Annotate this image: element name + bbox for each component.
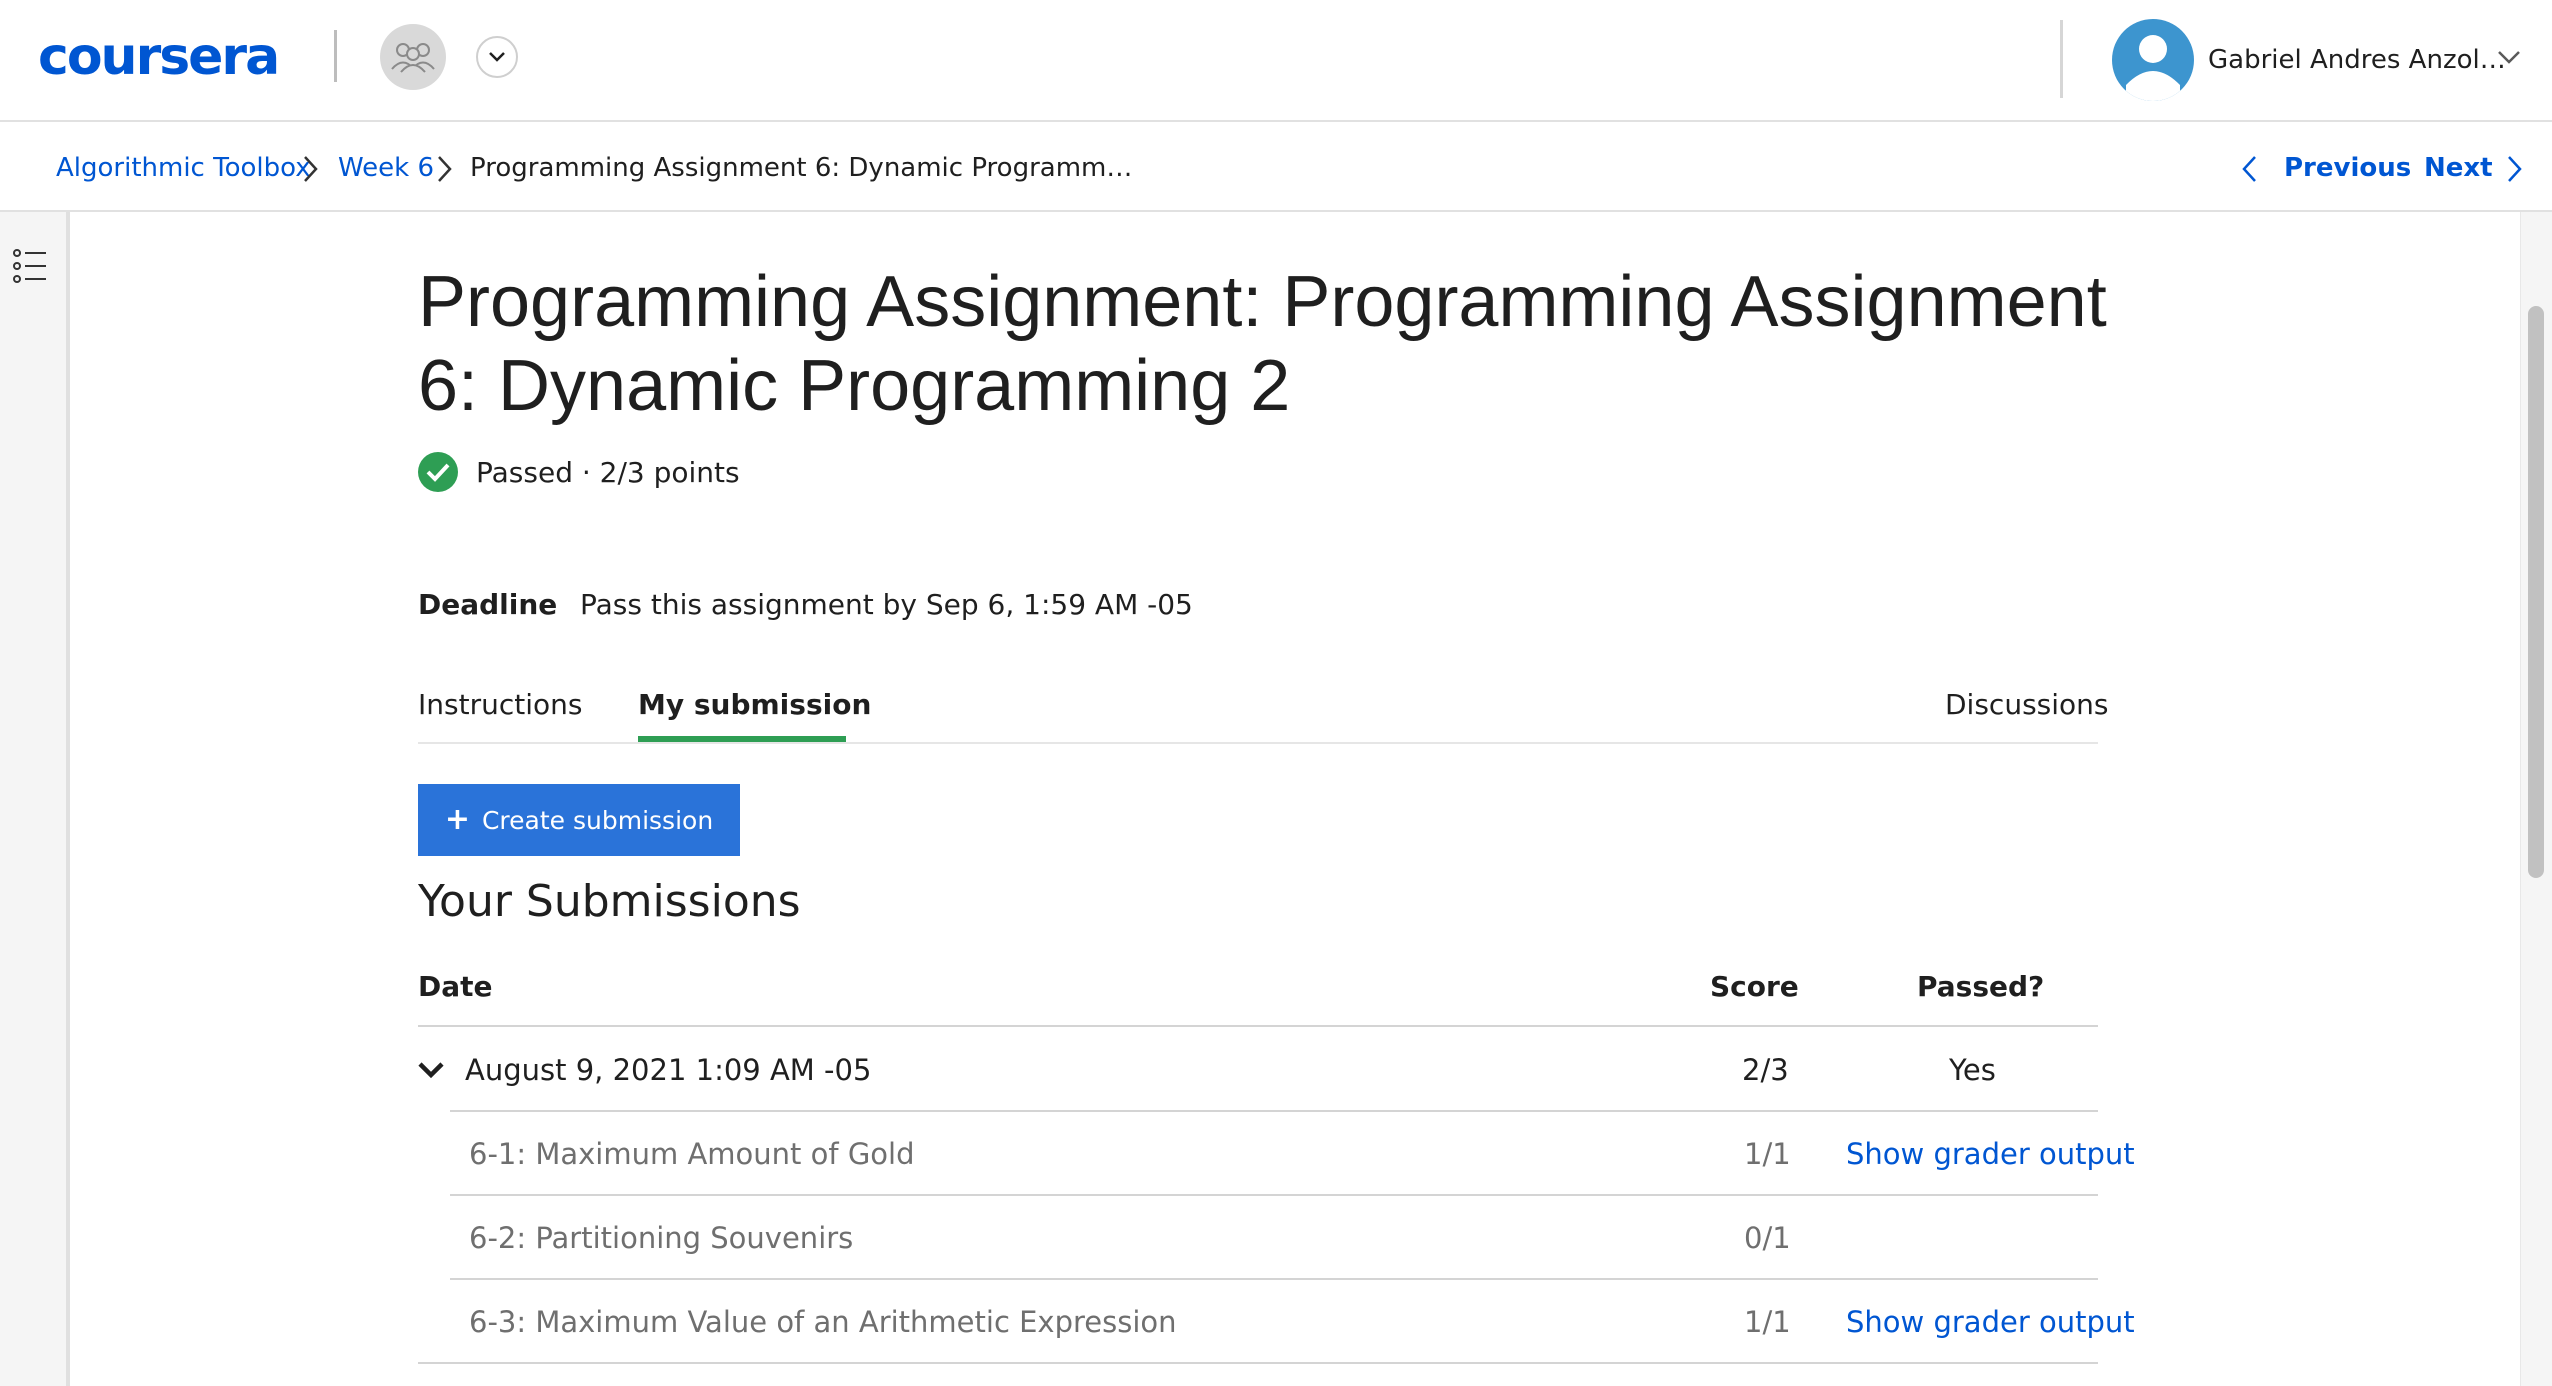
tab-instructions[interactable]: Instructions	[418, 686, 582, 724]
previous-button[interactable]: Previous	[2284, 150, 2411, 186]
deadline-text: Pass this assignment by Sep 6, 1:59 AM -…	[580, 588, 1193, 621]
column-header-score: Score	[1710, 970, 1799, 1003]
chevron-right-icon[interactable]	[2504, 154, 2524, 184]
course-outline-rail	[0, 212, 70, 1386]
top-header: coursera Gabriel Andres Anzol…	[0, 0, 2552, 122]
next-button[interactable]: Next	[2424, 150, 2493, 186]
header-divider	[2060, 20, 2063, 98]
column-header-passed: Passed?	[1917, 970, 2045, 1003]
part-score: 1/1	[1744, 1305, 1791, 1339]
page-title: Programming Assignment: Programming Assi…	[418, 262, 2107, 426]
submission-passed: Yes	[1949, 1053, 1996, 1087]
table-row-divider	[418, 1362, 2098, 1364]
tab-discussions[interactable]: Discussions	[1945, 686, 2109, 724]
submission-score: 2/3	[1742, 1053, 1789, 1087]
tab-my-submission[interactable]: My submission	[638, 686, 871, 724]
breadcrumb-course-link[interactable]: Algorithmic Toolbox	[56, 150, 311, 186]
workspace-dropdown-button[interactable]	[476, 36, 518, 78]
breadcrumb-current: Programming Assignment 6: Dynamic Progra…	[470, 153, 1133, 183]
part-name: 6-1: Maximum Amount of Gold	[469, 1137, 915, 1171]
chevron-down-icon	[489, 52, 505, 62]
header-separator	[334, 30, 337, 82]
submissions-title: Your Submissions	[418, 876, 801, 927]
table-row-divider	[450, 1110, 2098, 1112]
create-submission-button[interactable]: + Create submission	[418, 784, 740, 856]
scrollbar-thumb[interactable]	[2528, 306, 2544, 878]
part-score: 1/1	[1744, 1137, 1791, 1171]
create-submission-label: Create submission	[481, 805, 714, 835]
part-name: 6-2: Partitioning Souvenirs	[469, 1221, 854, 1255]
coursera-logo[interactable]: coursera	[38, 22, 280, 92]
user-avatar-icon[interactable]	[2112, 19, 2194, 101]
chevron-down-icon[interactable]	[2496, 48, 2522, 66]
breadcrumb-week-link[interactable]: Week 6	[338, 150, 434, 186]
group-icon[interactable]	[380, 24, 446, 90]
deadline-label: Deadline	[418, 588, 558, 621]
part-name: 6-3: Maximum Value of an Arithmetic Expr…	[469, 1305, 1177, 1339]
part-score: 0/1	[1744, 1221, 1791, 1255]
plus-icon: +	[444, 802, 470, 837]
table-header-divider	[418, 1025, 2098, 1027]
chevron-right-icon	[438, 156, 452, 182]
show-grader-output-link[interactable]: Show grader output	[1846, 1302, 2135, 1342]
user-name[interactable]: Gabriel Andres Anzol…	[2208, 42, 2506, 78]
status-text: Passed · 2/3 points	[476, 456, 740, 489]
show-grader-output-link[interactable]: Show grader output	[1846, 1134, 2135, 1174]
breadcrumb: Algorithmic Toolbox Week 6 Programming A…	[0, 122, 2552, 212]
table-row-divider	[450, 1278, 2098, 1280]
chevron-left-icon[interactable]	[2240, 154, 2260, 184]
chevron-right-icon	[304, 156, 318, 182]
check-circle-icon	[418, 452, 458, 492]
submission-date[interactable]: August 9, 2021 1:09 AM -05	[465, 1050, 871, 1090]
chevron-down-icon[interactable]	[418, 1058, 444, 1082]
outline-list-icon[interactable]	[12, 248, 48, 284]
table-row-divider	[450, 1194, 2098, 1196]
column-header-date: Date	[418, 970, 493, 1003]
tabs-divider	[418, 742, 2098, 744]
